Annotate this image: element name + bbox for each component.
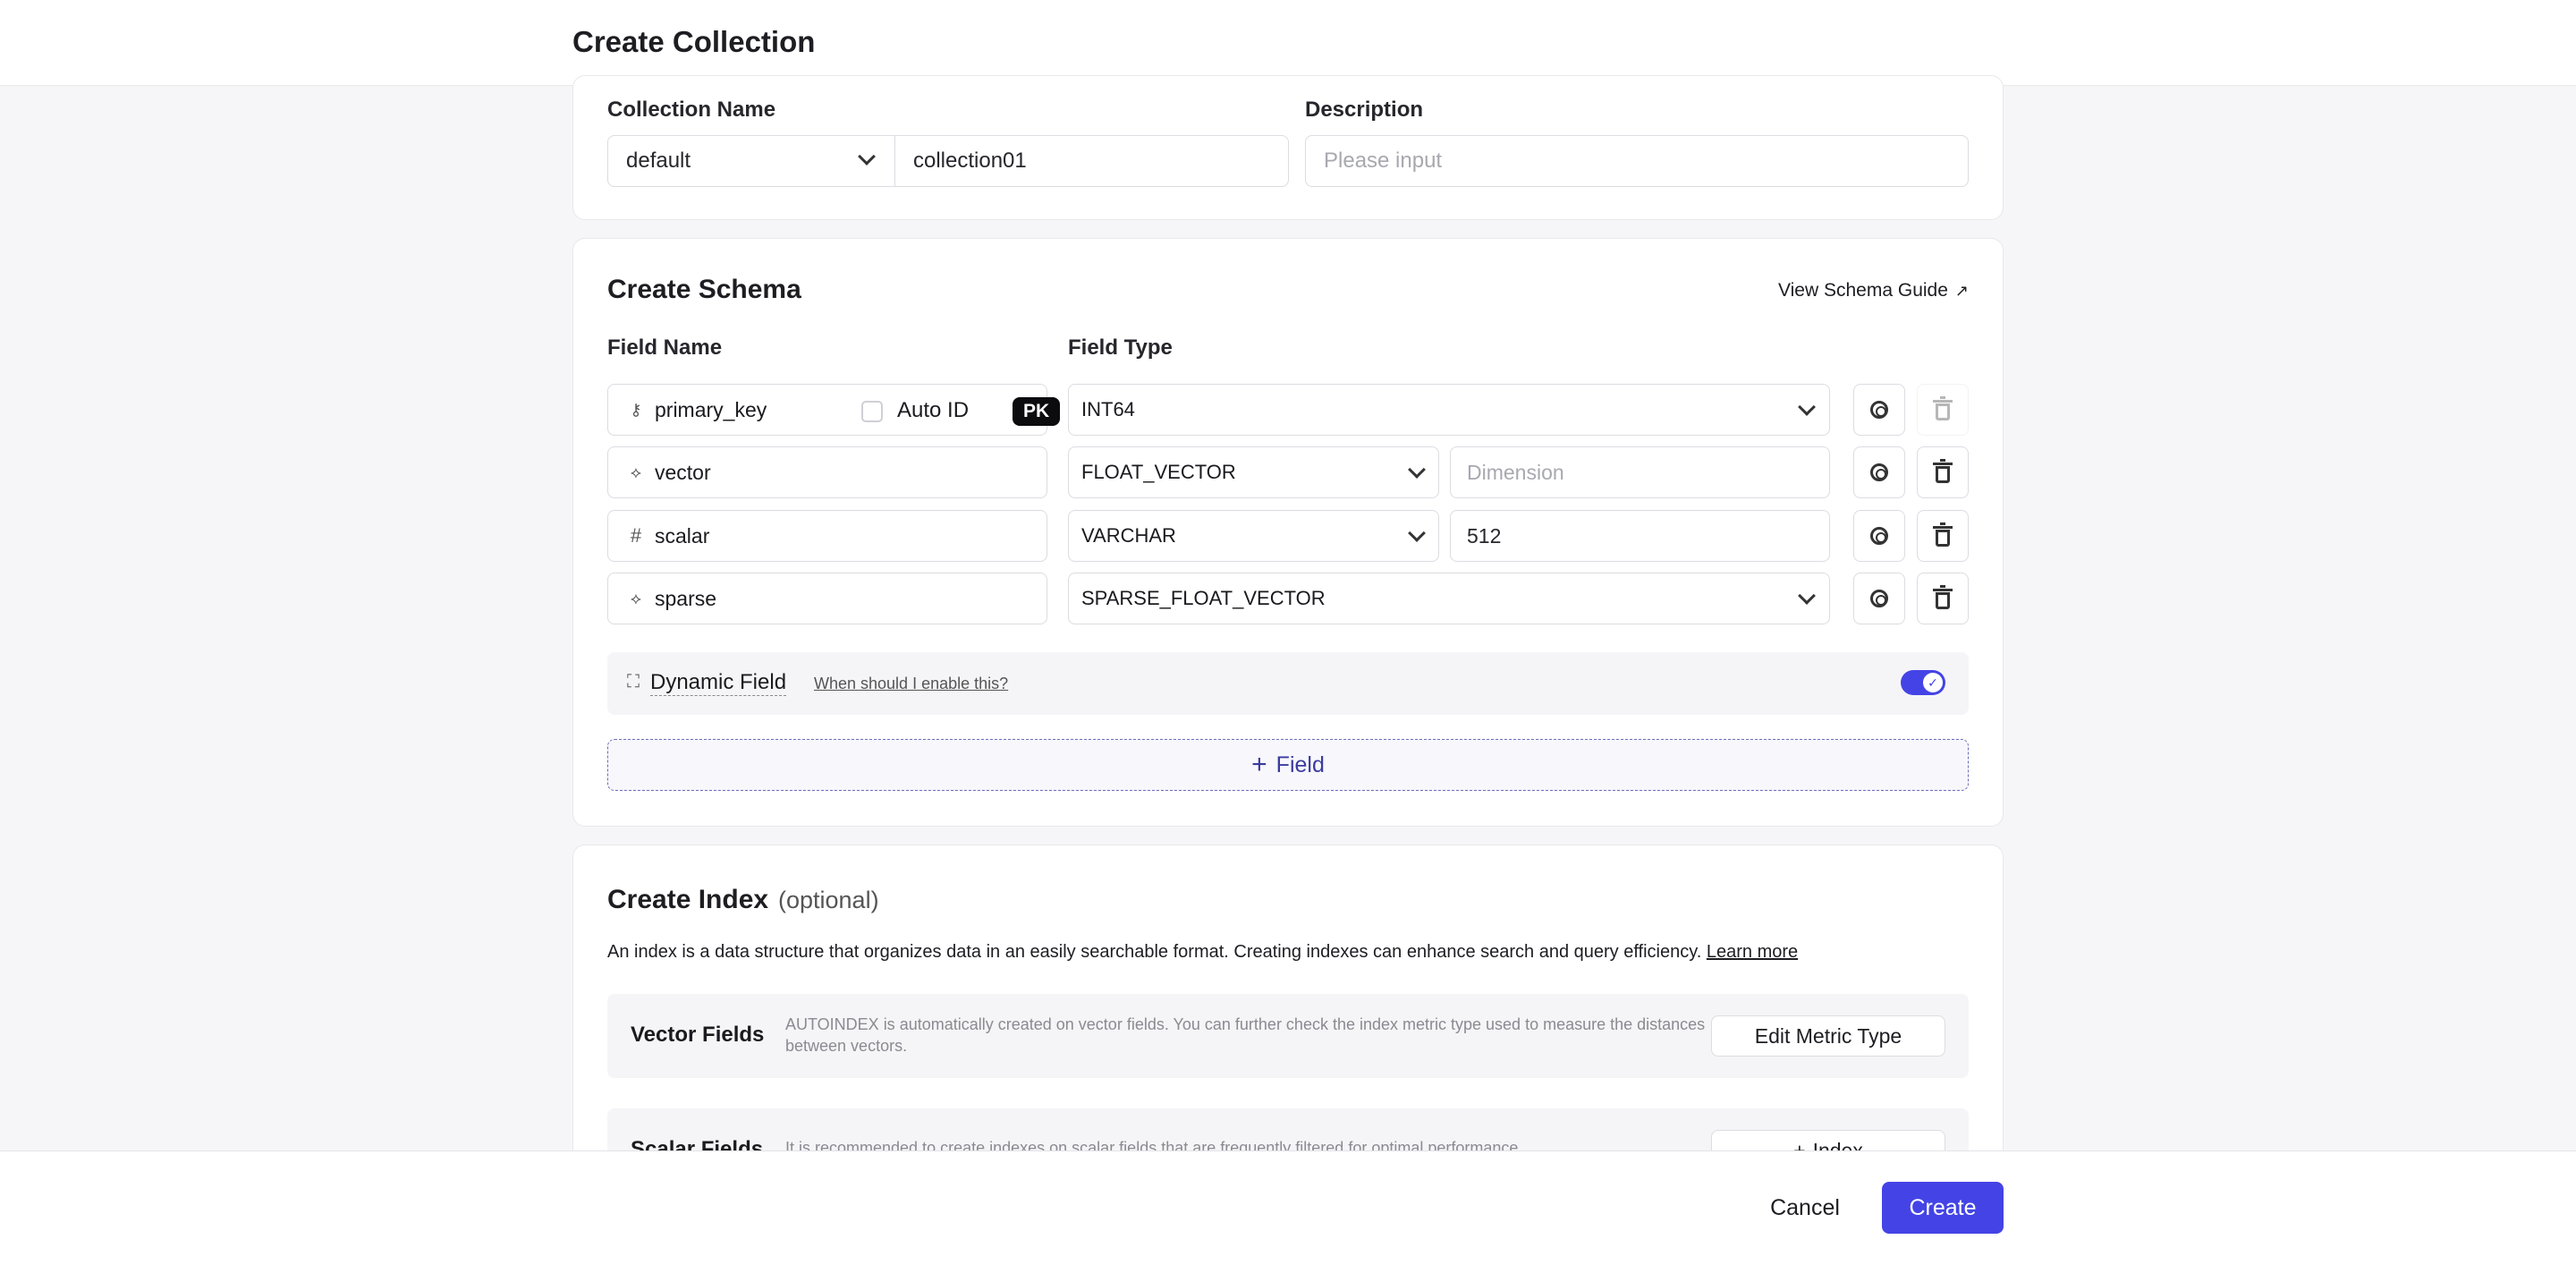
field-type-select-primary-key[interactable]: INT64 xyxy=(1068,384,1830,436)
database-select-value: default xyxy=(626,149,691,173)
description-label: Description xyxy=(1305,98,1424,122)
field-type-select-vector[interactable]: FLOAT_VECTOR xyxy=(1068,446,1439,498)
field-type-value: INT64 xyxy=(1081,398,1135,420)
collection-name-label: Collection Name xyxy=(607,98,776,122)
view-schema-guide-link[interactable]: View Schema Guide ↗ xyxy=(1778,280,1969,301)
field-settings-button[interactable] xyxy=(1853,510,1905,562)
page-title: Create Collection xyxy=(572,25,816,58)
edit-metric-type-button[interactable]: Edit Metric Type xyxy=(1711,1015,1945,1057)
chevron-down-icon xyxy=(1798,587,1816,605)
schema-title: Create Schema xyxy=(607,275,801,304)
vector-icon: ⟡ xyxy=(631,463,641,481)
dimension-placeholder: Dimension xyxy=(1467,460,1564,484)
index-optional-label: (optional) xyxy=(778,887,879,913)
auto-id-label: Auto ID xyxy=(897,398,970,422)
chevron-down-icon xyxy=(1798,398,1816,416)
check-icon: ✓ xyxy=(1923,673,1943,692)
index-title: Create Index xyxy=(607,885,769,914)
index-description: An index is a data structure that organi… xyxy=(607,942,1798,963)
field-type-value: FLOAT_VECTOR xyxy=(1081,461,1236,483)
chevron-down-icon xyxy=(1408,524,1426,542)
field-name-label: Field Name xyxy=(607,335,723,360)
dimension-input[interactable]: Dimension xyxy=(1450,446,1830,498)
plus-icon: + xyxy=(1251,750,1267,779)
field-name-value: scalar xyxy=(655,523,710,548)
vector-fields-description: AUTOINDEX is automatically created on ve… xyxy=(785,1015,1706,1055)
settings-icon xyxy=(1870,463,1888,481)
vector-fields-label: Vector Fields xyxy=(631,1023,765,1047)
field-settings-button[interactable] xyxy=(1853,573,1905,624)
add-field-button[interactable]: + Field xyxy=(607,739,1969,791)
trash-icon xyxy=(1933,395,1953,420)
field-name-input-primary-key[interactable]: ⚷ primary_key Auto ID PK xyxy=(607,384,1061,436)
dynamic-field-row: ⛶ Dynamic Field When should I enable thi… xyxy=(607,652,1969,715)
footer-bar: Cancel Create xyxy=(0,1150,2576,1265)
edit-metric-type-label: Edit Metric Type xyxy=(1754,1023,1902,1048)
dynamic-field-help-link[interactable]: When should I enable this? xyxy=(814,675,1008,693)
learn-more-link[interactable]: Learn more xyxy=(1707,942,1798,962)
settings-icon xyxy=(1870,590,1888,607)
field-type-value: SPARSE_FLOAT_VECTOR xyxy=(1081,587,1326,609)
pk-badge: PK xyxy=(1013,397,1061,426)
field-name-input-vector[interactable]: ⟡ vector xyxy=(607,446,1047,498)
description-placeholder: Please input xyxy=(1324,149,1443,173)
field-name-value: vector xyxy=(655,460,711,484)
field-name-value: primary_key xyxy=(655,397,767,421)
vector-icon: ⟡ xyxy=(631,589,641,607)
add-field-label: Field xyxy=(1275,751,1325,777)
auto-id-checkbox[interactable] xyxy=(861,401,883,422)
index-description-text: An index is a data structure that organi… xyxy=(607,942,1702,962)
field-settings-button[interactable] xyxy=(1853,384,1905,436)
max-length-value: 512 xyxy=(1467,523,1502,548)
trash-icon xyxy=(1933,584,1953,609)
settings-icon xyxy=(1870,401,1888,419)
field-name-value: sparse xyxy=(655,586,717,610)
field-type-label: Field Type xyxy=(1068,335,1173,360)
vector-fields-box: Vector Fields AUTOINDEX is automatically… xyxy=(607,994,1969,1078)
settings-icon xyxy=(1870,527,1888,545)
key-icon: ⚷ xyxy=(630,400,642,419)
cancel-button[interactable]: Cancel xyxy=(1753,1182,1857,1234)
database-select[interactable]: default xyxy=(607,135,895,187)
field-type-value: VARCHAR xyxy=(1081,524,1176,547)
collection-basic-card: Collection Name default collection01 Des… xyxy=(572,75,2004,220)
dynamic-field-label: Dynamic Field xyxy=(650,670,787,696)
dynamic-field-icon: ⛶ xyxy=(627,672,640,692)
description-input[interactable]: Please input xyxy=(1305,135,1969,187)
schema-card: Create Schema View Schema Guide ↗ Field … xyxy=(572,238,2004,827)
delete-field-button[interactable] xyxy=(1917,510,1969,562)
collection-name-value: collection01 xyxy=(913,149,1027,173)
hash-icon: # xyxy=(630,524,642,547)
create-button[interactable]: Create xyxy=(1882,1182,2004,1234)
field-type-select-sparse[interactable]: SPARSE_FLOAT_VECTOR xyxy=(1068,573,1830,624)
field-name-input-scalar[interactable]: # scalar xyxy=(607,510,1047,562)
dynamic-field-toggle[interactable]: ✓ xyxy=(1901,670,1945,695)
trash-icon xyxy=(1933,458,1953,483)
trash-icon xyxy=(1933,522,1953,547)
delete-field-button[interactable] xyxy=(1917,573,1969,624)
collection-name-input[interactable]: collection01 xyxy=(894,135,1289,187)
field-settings-button[interactable] xyxy=(1853,446,1905,498)
delete-field-button[interactable] xyxy=(1917,446,1969,498)
chevron-down-icon xyxy=(1408,461,1426,479)
external-link-icon: ↗ xyxy=(1954,281,1969,300)
top-bar: Create Collection xyxy=(0,0,2576,86)
max-length-input[interactable]: 512 xyxy=(1450,510,1830,562)
field-name-input-sparse[interactable]: ⟡ sparse xyxy=(607,573,1047,624)
delete-field-button[interactable] xyxy=(1917,384,1969,436)
view-schema-guide-label: View Schema Guide xyxy=(1778,280,1948,301)
chevron-down-icon xyxy=(858,148,876,166)
field-type-select-scalar[interactable]: VARCHAR xyxy=(1068,510,1439,562)
